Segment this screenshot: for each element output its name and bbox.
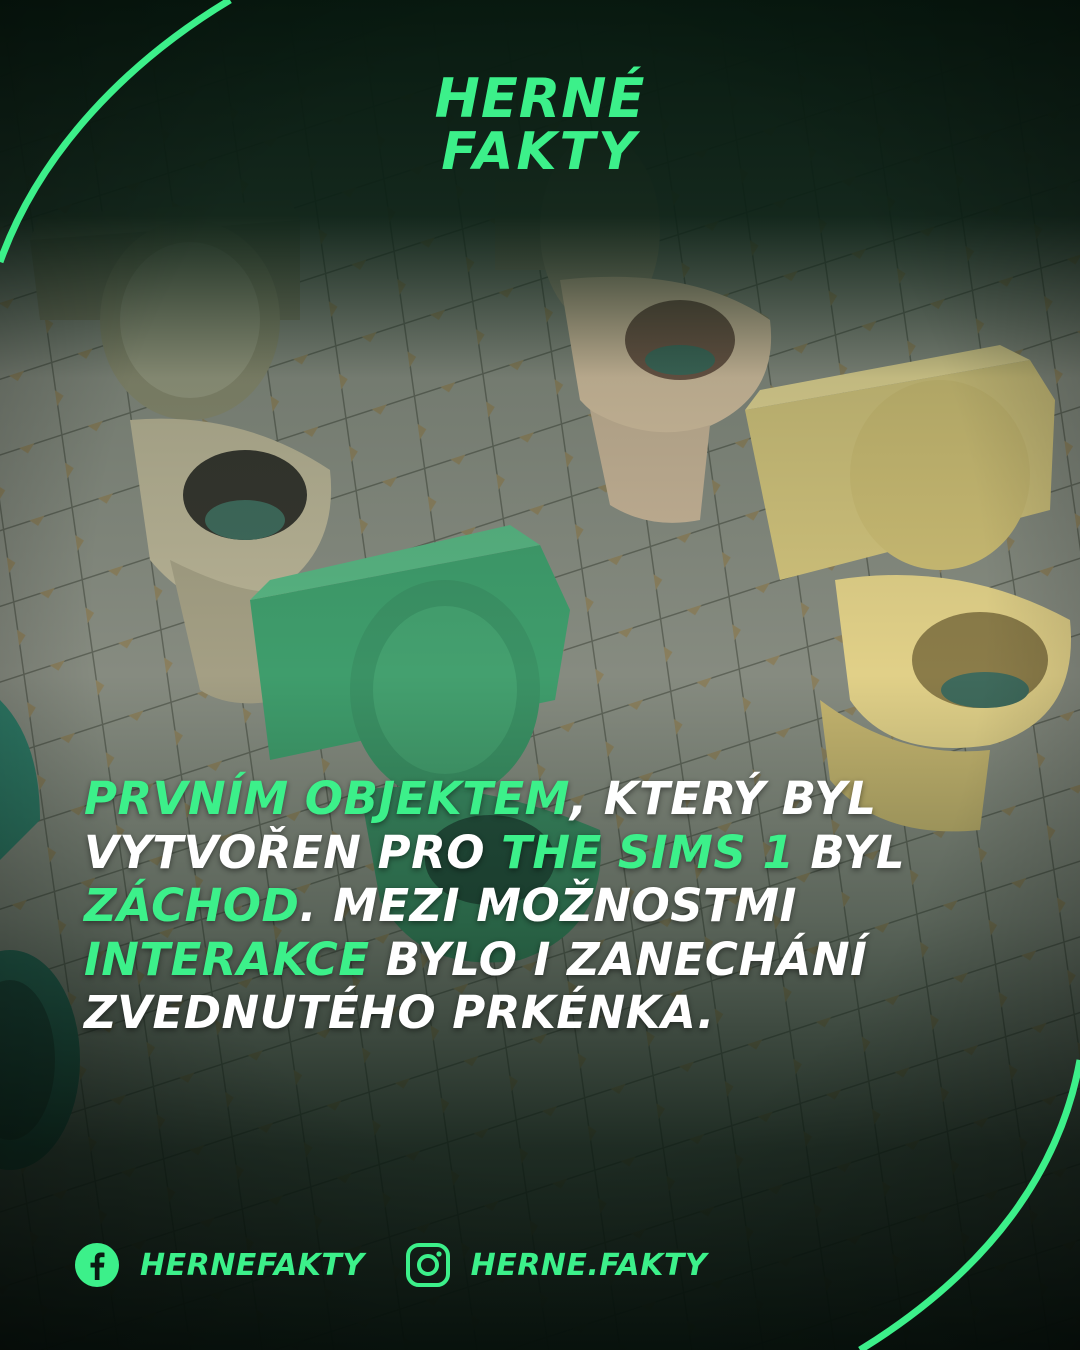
fact-highlight: THE SIMS 1: [501, 825, 795, 879]
brand-logo-line1: HERNÉ: [434, 67, 646, 130]
fact-segment: . MEZI MOŽNOSTMI: [299, 879, 797, 933]
post-card: HERNÉ FAKTY PRVNÍM OBJEKTEM, KTERÝ BYL V…: [0, 0, 1080, 1350]
fact-highlight: PRVNÍM OBJEKTEM: [84, 772, 570, 825]
fact-highlight: ZÁCHOD: [84, 879, 300, 933]
fact-highlight: INTERAKCE: [84, 932, 370, 986]
brand-logo: HERNÉ FAKTY: [0, 67, 1080, 182]
instagram-link[interactable]: HERNE.FAKTY: [405, 1242, 707, 1288]
facebook-link[interactable]: HERNEFAKTY: [74, 1242, 365, 1288]
fact-text: PRVNÍM OBJEKTEM, KTERÝ BYL VYTVOŘEN PRO …: [84, 772, 1024, 1040]
facebook-handle: HERNEFAKTY: [140, 1247, 365, 1283]
background-photo: [0, 0, 1080, 1350]
instagram-handle: HERNE.FAKTY: [470, 1247, 708, 1283]
facebook-icon: [75, 1243, 119, 1287]
social-links: HERNEFAKTY HERNE.FAKTY: [74, 1240, 747, 1290]
brand-logo-line2: FAKTY: [441, 122, 639, 182]
instagram-icon: [405, 1243, 450, 1287]
fact-segment: BYL: [794, 825, 906, 879]
